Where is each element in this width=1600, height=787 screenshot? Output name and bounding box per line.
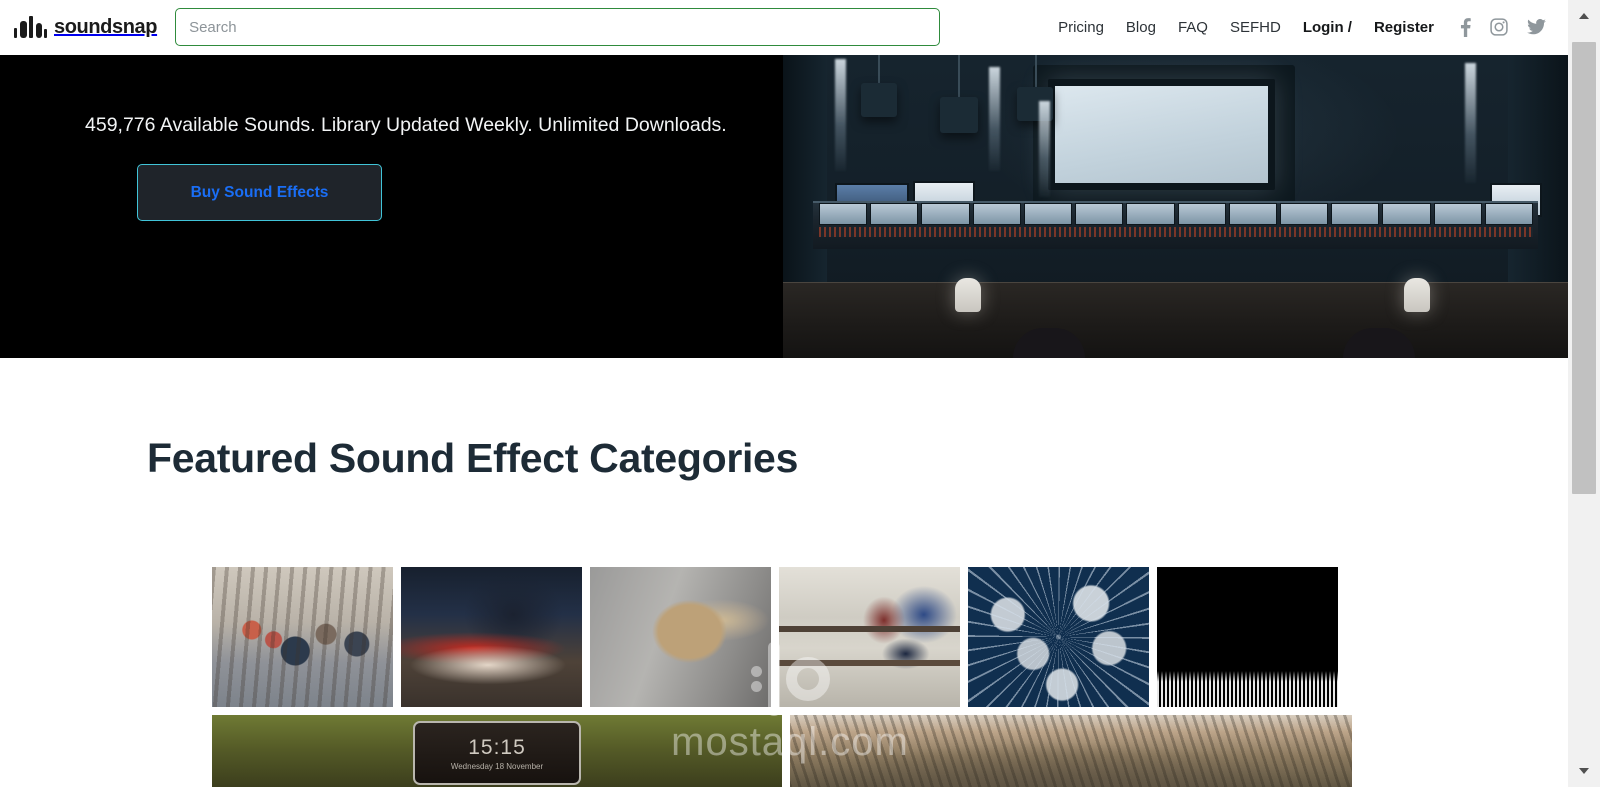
tile-nature[interactable]	[790, 715, 1352, 787]
phone-clock: 15:15	[468, 735, 526, 759]
search-box[interactable]	[175, 8, 941, 46]
page-scrollbar[interactable]	[1568, 0, 1600, 787]
tile-applause[interactable]	[1157, 567, 1338, 707]
nav-link-login[interactable]: Login /	[1303, 19, 1352, 36]
main-nav: Pricing Blog FAQ SEFHD Login / Register	[1058, 17, 1568, 37]
page-title: Featured Sound Effect Categories	[147, 435, 799, 481]
tile-footsteps[interactable]	[779, 567, 960, 707]
hero-content-panel: 459,776 Available Sounds. Library Update…	[0, 55, 783, 358]
phone-device: 15:15 Wednesday 18 November	[413, 721, 581, 785]
category-tiles-row-1	[212, 567, 1352, 707]
tile-phone-ringtones[interactable]: 15:15 Wednesday 18 November	[212, 715, 782, 787]
scroll-down-arrow-icon[interactable]	[1568, 755, 1600, 787]
social-links	[1460, 17, 1546, 37]
scrollbar-thumb[interactable]	[1572, 42, 1596, 494]
hero-studio-image	[783, 55, 1568, 358]
tile-traffic-light-trails[interactable]	[401, 567, 582, 707]
hero-banner: 459,776 Available Sounds. Library Update…	[0, 55, 1568, 358]
nav-link-pricing[interactable]: Pricing	[1058, 19, 1104, 36]
buy-sound-effects-button[interactable]: Buy Sound Effects	[137, 164, 382, 221]
hero-tagline: 459,776 Available Sounds. Library Update…	[85, 114, 727, 136]
logo-text: soundsnap	[54, 15, 158, 38]
category-tiles: 15:15 Wednesday 18 November	[212, 567, 1352, 787]
phone-date: Wednesday 18 November	[450, 761, 544, 771]
search-input[interactable]	[189, 9, 927, 45]
page-root: soundsnap Pricing Blog FAQ SEFHD Login /…	[0, 0, 1600, 787]
site-header: soundsnap Pricing Blog FAQ SEFHD Login /…	[0, 0, 1568, 55]
site-logo[interactable]: soundsnap	[14, 16, 157, 39]
scroll-up-arrow-icon[interactable]	[1568, 0, 1600, 32]
tile-explosions[interactable]	[968, 567, 1149, 707]
tile-ambience-crowd[interactable]	[212, 567, 393, 707]
facebook-icon[interactable]	[1460, 17, 1471, 37]
nav-link-sefhd[interactable]: SEFHD	[1230, 19, 1281, 36]
tile-wind-hair[interactable]	[590, 567, 771, 707]
twitter-icon[interactable]	[1527, 19, 1546, 35]
nav-link-blog[interactable]: Blog	[1126, 19, 1156, 36]
category-tiles-row-2: 15:15 Wednesday 18 November	[212, 715, 1352, 787]
nav-link-faq[interactable]: FAQ	[1178, 19, 1208, 36]
instagram-icon[interactable]	[1490, 18, 1508, 36]
waveform-icon	[14, 16, 47, 38]
nav-link-register[interactable]: Register	[1374, 19, 1434, 36]
